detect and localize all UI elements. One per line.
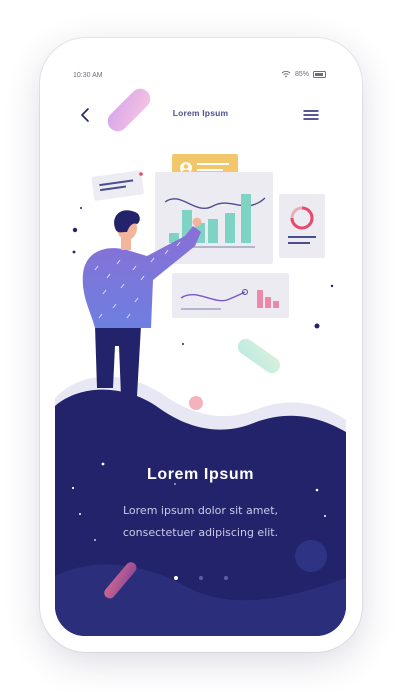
page-indicator bbox=[55, 576, 346, 580]
pager-dot-1[interactable] bbox=[173, 576, 178, 580]
onboarding-content: Lorem Ipsum Lorem ipsum dolor sit amet, … bbox=[55, 56, 346, 636]
hero-body-line-2: consectetuer adipiscing elit. bbox=[122, 526, 279, 539]
hero-title: Lorem Ipsum bbox=[146, 466, 255, 483]
app-screen: 10:30 AM 85% Lorem Ipsum Lorem Ipsum Lor… bbox=[55, 56, 346, 636]
hero-body: Lorem ipsum dolor sit amet, consectetuer… bbox=[105, 500, 296, 544]
pager-dot-2[interactable] bbox=[198, 576, 203, 580]
hero-body-line-1: Lorem ipsum dolor sit amet, bbox=[122, 504, 279, 517]
pager-dot-3[interactable] bbox=[223, 576, 228, 580]
